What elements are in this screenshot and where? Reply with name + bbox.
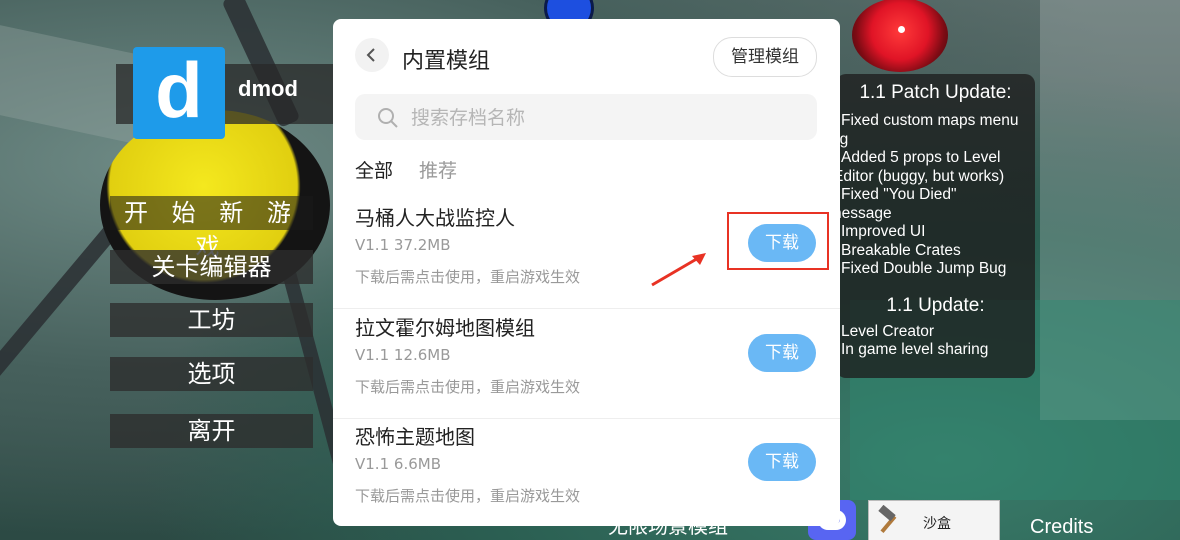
mod-size: 12.6MB — [393, 346, 451, 364]
update-note-line: Level Creator — [841, 322, 935, 340]
search-bar[interactable] — [355, 94, 817, 140]
red-ball-highlight — [898, 26, 905, 33]
patch-notes-subtitle: 1.1 Update: — [886, 294, 985, 316]
download-button[interactable]: 下载 — [748, 334, 816, 372]
back-button[interactable] — [355, 38, 389, 72]
patch-note-line: Fixed custom maps menu — [841, 112, 1019, 129]
mod-hint: 下载后需点击使用，重启游戏生效 — [355, 378, 581, 396]
patch-notes-panel[interactable]: 1.1 Patch Update: Fixed custom maps menu… — [836, 74, 1035, 378]
patch-notes-list: Fixed custom maps menu ag Added 5 props … — [836, 112, 1035, 279]
tab-recommended[interactable]: 推荐 — [419, 156, 457, 183]
manage-mods-button[interactable]: 管理模组 — [713, 37, 817, 77]
patch-note-line: Breakable Crates — [841, 241, 961, 259]
credits-button[interactable]: Credits — [1030, 516, 1093, 539]
mod-version: V1.1 — [355, 236, 390, 254]
mod-name: 马桶人大战监控人 — [355, 206, 515, 230]
mod-meta: V1.1 6.6MB — [355, 455, 441, 473]
menu-options-button[interactable]: 选项 — [110, 357, 313, 391]
mod-version: V1.1 — [355, 346, 390, 364]
patch-note-line: Improved UI — [841, 223, 926, 240]
sandbox-label: 沙盒 — [923, 516, 951, 532]
mod-version: V1.1 — [355, 455, 390, 473]
logo-text: dmod — [238, 76, 298, 101]
patch-note-line: Fixed Double Jump Bug — [841, 260, 1007, 277]
update-notes-list: Level Creator In game level sharing — [836, 323, 1035, 360]
patch-note-line: Fixed "You Died" — [841, 186, 957, 203]
mod-size: 6.6MB — [393, 455, 441, 473]
patch-note-line: Editor (buggy, but works) — [836, 167, 1005, 185]
mod-meta: V1.1 12.6MB — [355, 346, 451, 364]
highlight-box — [727, 212, 829, 270]
search-input[interactable] — [409, 102, 793, 134]
patch-notes-title: 1.1 Patch Update: — [859, 82, 1012, 103]
download-button[interactable]: 下载 — [748, 443, 816, 481]
chevron-left-icon — [366, 48, 375, 62]
builtin-mods-dialog: 内置模组 管理模组 全部 推荐 马桶人大战监控人 V1.1 37.2MB 下载后… — [333, 19, 840, 526]
search-icon — [378, 108, 398, 128]
menu-workshop-button[interactable]: 工坊 — [110, 303, 313, 337]
mod-name: 拉文霍尔姆地图模组 — [355, 316, 535, 340]
patch-note-line: ag — [836, 130, 849, 148]
hammer-icon — [878, 505, 897, 534]
mod-list-item: 恐怖主题地图 V1.1 6.6MB 下载后需点击使用，重启游戏生效 下载 — [333, 421, 840, 526]
menu-exit-button[interactable]: 离开 — [110, 414, 313, 448]
dialog-title: 内置模组 — [402, 49, 491, 74]
patch-note-line: nessage — [836, 204, 892, 222]
mod-hint: 下载后需点击使用，重启游戏生效 — [355, 487, 581, 505]
patch-note-line: Added 5 props to Level — [841, 149, 1001, 166]
dmod-logo-icon: d — [133, 47, 225, 139]
tab-all[interactable]: 全部 — [355, 156, 393, 183]
mod-meta: V1.1 37.2MB — [355, 236, 451, 254]
update-note-line: In game level sharing — [841, 341, 989, 358]
red-ball — [852, 0, 948, 72]
sandbox-button[interactable]: 沙盒 — [868, 500, 1000, 540]
red-arrow-icon — [651, 253, 706, 287]
mod-name: 恐怖主题地图 — [355, 425, 475, 449]
menu-level-editor-button[interactable]: 关卡编辑器 — [110, 250, 313, 284]
mod-hint: 下载后需点击使用，重启游戏生效 — [355, 268, 581, 286]
menu-new-game-button[interactable]: 开 始 新 游 戏 — [110, 196, 313, 261]
mod-list-item: 拉文霍尔姆地图模组 V1.1 12.6MB 下载后需点击使用，重启游戏生效 下载 — [333, 312, 840, 419]
mod-size: 37.2MB — [393, 236, 451, 254]
